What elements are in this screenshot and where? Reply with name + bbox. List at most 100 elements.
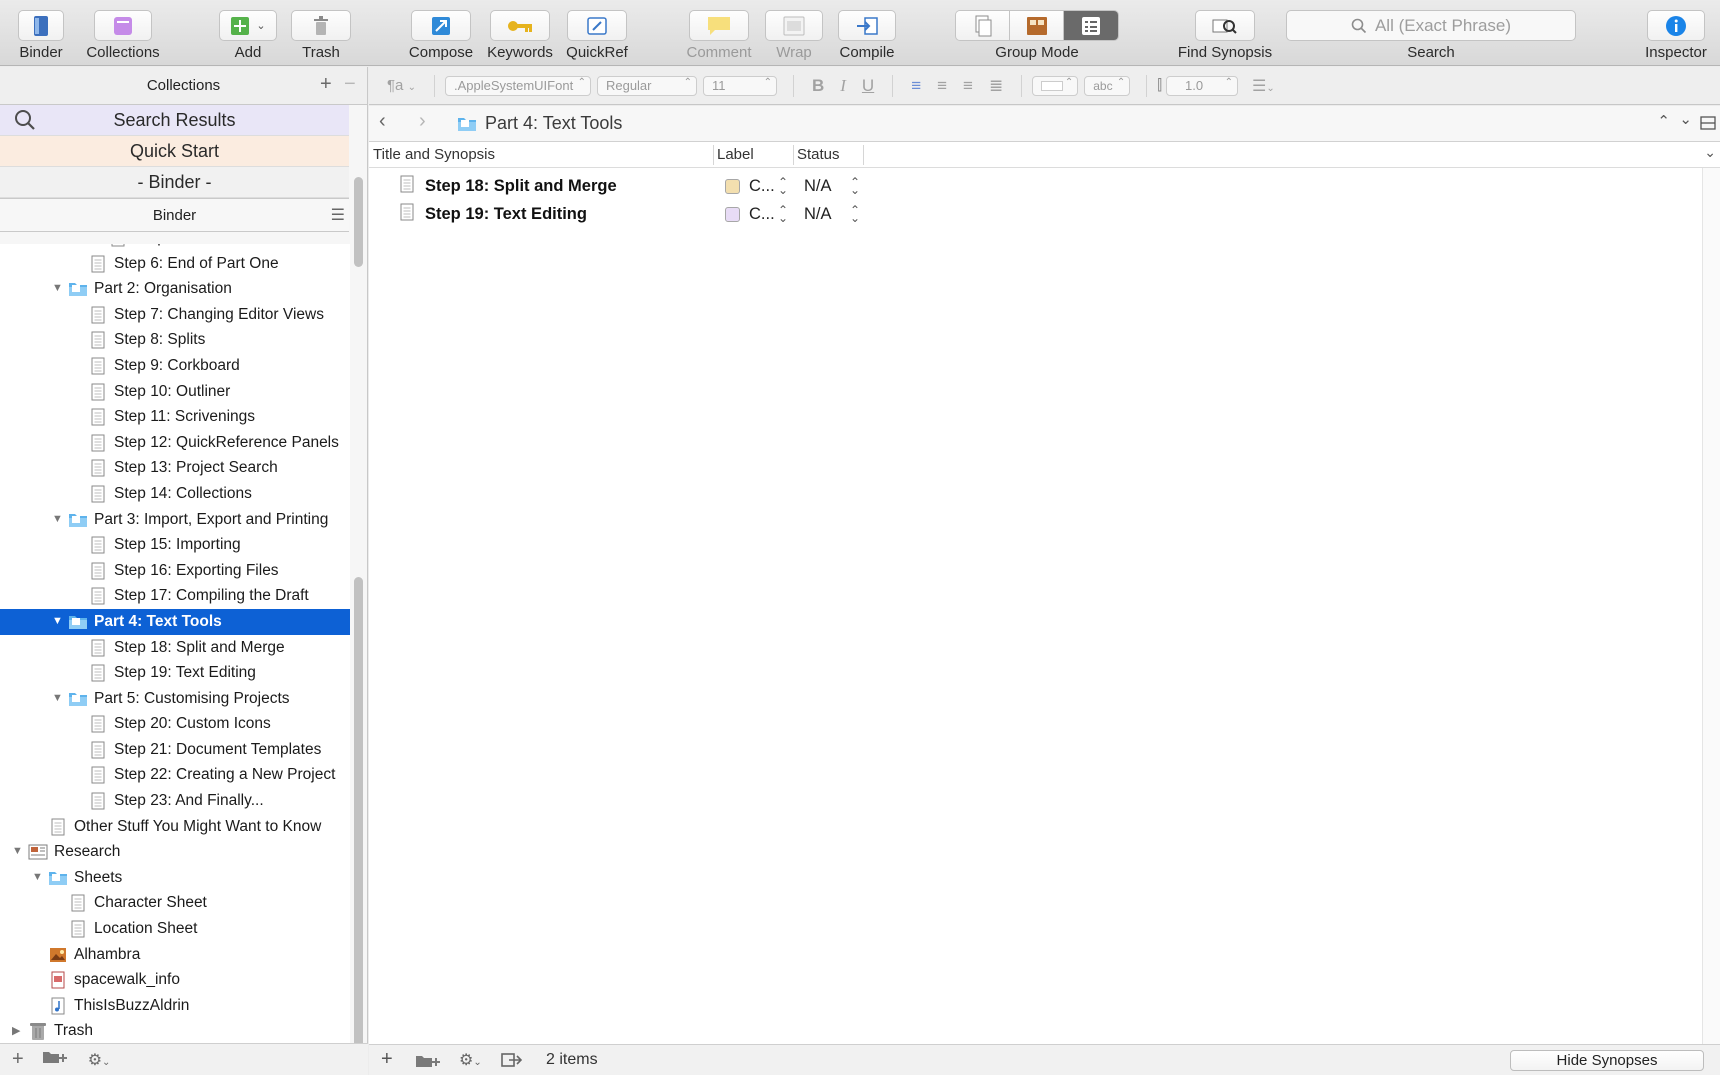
outliner-row-status[interactable]: N/A bbox=[804, 205, 832, 224]
outliner-row-label[interactable]: C... bbox=[749, 205, 775, 224]
binder-item-row[interactable]: ThisIsBuzzAldrin bbox=[0, 993, 350, 1019]
add-folder-icon[interactable] bbox=[415, 1053, 443, 1074]
column-options-chevron-icon[interactable]: ⌄ bbox=[1704, 144, 1716, 161]
wrap-button[interactable] bbox=[765, 10, 823, 41]
keywords-button[interactable] bbox=[490, 10, 550, 41]
bold-button[interactable]: B bbox=[812, 76, 824, 96]
hide-synopses-button[interactable]: Hide Synopses bbox=[1510, 1050, 1704, 1071]
editor-scrollbar[interactable] bbox=[1702, 168, 1720, 1044]
binder-folder-row[interactable]: ▼ Part 2: Organisation bbox=[0, 276, 350, 302]
collections-button[interactable] bbox=[94, 10, 152, 41]
italic-button[interactable]: I bbox=[840, 76, 846, 96]
binder-item-row[interactable]: Step 17: Compiling the Draft bbox=[0, 583, 350, 609]
outliner-row-status[interactable]: N/A bbox=[804, 177, 832, 196]
disclosure-collapsed-icon[interactable]: ▶ bbox=[12, 1024, 24, 1037]
collections-scroll-thumb[interactable] bbox=[354, 177, 363, 267]
chevron-down-icon[interactable]: ⌄ bbox=[1679, 110, 1692, 128]
binder-item-row[interactable]: ▶ Trash bbox=[0, 1018, 350, 1044]
column-divider[interactable] bbox=[793, 145, 794, 165]
comment-button[interactable] bbox=[689, 10, 749, 41]
font-weight-select[interactable]: Regular bbox=[596, 75, 697, 96]
binder-item-row[interactable]: Step 22: Creating a New Project bbox=[0, 762, 350, 788]
hamburger-menu-icon[interactable]: ☰ bbox=[331, 205, 345, 225]
status-stepper-icon[interactable]: ⌃ ⌄ bbox=[850, 204, 860, 224]
binder-item-row[interactable]: Step 13: Project Search bbox=[0, 455, 350, 481]
binder-item-row[interactable]: Step 6: End of Part One bbox=[0, 251, 350, 277]
corkboard-mode-button[interactable] bbox=[1010, 11, 1064, 40]
outliner-row-label[interactable]: C... bbox=[749, 177, 775, 196]
column-divider[interactable] bbox=[863, 145, 864, 165]
column-title-synopsis[interactable]: Title and Synopsis bbox=[373, 146, 495, 163]
binder-item-row[interactable]: Step 16: Exporting Files bbox=[0, 558, 350, 584]
quickref-toolbar-item[interactable]: QuickRef bbox=[563, 0, 631, 66]
quickref-button[interactable] bbox=[567, 10, 627, 41]
status-stepper-icon[interactable]: ⌃ ⌄ bbox=[850, 176, 860, 196]
binder-item-row[interactable]: Step 19: Text Editing bbox=[0, 660, 350, 686]
binder-item-row[interactable]: Location Sheet bbox=[0, 916, 350, 942]
binder-folder-row[interactable]: ▼ Part 3: Import, Export and Printing bbox=[0, 507, 350, 533]
align-right-icon[interactable]: ≡ bbox=[963, 76, 973, 96]
add-button[interactable]: ⌄ bbox=[219, 10, 277, 41]
disclosure-expanded-icon[interactable]: ▼ bbox=[32, 871, 44, 883]
trash-toolbar-item[interactable]: Trash bbox=[290, 0, 352, 66]
add-collection-icon[interactable]: + bbox=[320, 73, 332, 96]
scrivenings-mode-button[interactable] bbox=[956, 11, 1010, 40]
font-family-select[interactable]: .AppleSystemUIFont bbox=[444, 75, 591, 96]
binder-scrollbar[interactable] bbox=[352, 177, 365, 1075]
binder-scroll-thumb[interactable] bbox=[354, 577, 363, 1075]
disclosure-expanded-icon[interactable]: ▼ bbox=[52, 282, 64, 294]
align-left-icon[interactable]: ≡ bbox=[911, 76, 921, 96]
font-size-select[interactable]: 11 bbox=[702, 75, 777, 96]
add-toolbar-item[interactable]: ⌄ Add bbox=[218, 0, 278, 66]
binder-item-row[interactable]: Step 21: Document Templates bbox=[0, 737, 350, 763]
back-arrow-icon[interactable]: ‹ bbox=[379, 110, 386, 133]
editor-path-title[interactable]: Part 4: Text Tools bbox=[485, 113, 622, 134]
add-folder-icon[interactable] bbox=[42, 1049, 70, 1070]
column-label[interactable]: Label bbox=[717, 146, 754, 163]
align-justify-icon[interactable]: ≣ bbox=[989, 76, 1003, 96]
underline-button[interactable]: U bbox=[862, 76, 874, 96]
compose-button[interactable] bbox=[411, 10, 471, 41]
inspector-button[interactable] bbox=[1647, 10, 1705, 41]
outliner-row-title[interactable]: Step 18: Split and Merge bbox=[425, 177, 617, 196]
label-stepper-icon[interactable]: ⌃ ⌄ bbox=[778, 176, 788, 196]
gear-icon[interactable]: ⚙︎⌄ bbox=[88, 1050, 111, 1070]
binder-item-row[interactable]: Other Stuff You Might Want to Know bbox=[0, 814, 350, 840]
split-editor-icon[interactable] bbox=[1700, 114, 1716, 135]
collections-toolbar-item[interactable]: Collections bbox=[82, 0, 164, 66]
outliner-mode-button[interactable] bbox=[1064, 11, 1118, 40]
label-stepper-icon[interactable]: ⌃ ⌄ bbox=[778, 204, 788, 224]
comment-toolbar-item[interactable]: Comment bbox=[682, 0, 756, 66]
add-item-icon[interactable]: + bbox=[12, 1048, 24, 1071]
binder-item-row[interactable]: Step 15: Importing bbox=[0, 532, 350, 558]
binder-item-row[interactable]: Step 11: Scrivenings bbox=[0, 404, 350, 430]
line-spacing-select[interactable]: 1.0 bbox=[1166, 75, 1239, 96]
collection-tab-binder[interactable]: - Binder - bbox=[0, 167, 349, 198]
binder-item-row[interactable]: Step 10: Outliner bbox=[0, 379, 350, 405]
binder-item-row[interactable]: spacewalk_info bbox=[0, 967, 350, 993]
collection-tab-quick-start[interactable]: Quick Start bbox=[0, 136, 349, 167]
paragraph-style-button[interactable]: ¶a ⌄ bbox=[387, 77, 416, 94]
compile-button[interactable] bbox=[838, 10, 896, 41]
binder-folder-row[interactable]: ▼ Part 5: Customising Projects bbox=[0, 686, 350, 712]
binder-item-row[interactable]: Step 5: Comments & Footnotes bbox=[0, 244, 350, 251]
binder-item-row[interactable]: Step 23: And Finally... bbox=[0, 788, 350, 814]
disclosure-expanded-icon[interactable]: ▼ bbox=[52, 615, 64, 627]
binder-folder-row[interactable]: ▼ Sheets bbox=[0, 865, 350, 891]
binder-item-row[interactable]: Step 8: Splits bbox=[0, 327, 350, 353]
find-synopsis-toolbar-item[interactable]: Find Synopsis bbox=[1170, 0, 1280, 66]
align-center-icon[interactable]: ≡ bbox=[937, 76, 947, 96]
outliner-row-title[interactable]: Step 19: Text Editing bbox=[425, 205, 587, 224]
outliner-row[interactable]: Step 18: Split and Merge C... ⌃ ⌄ N/A ⌃ ⌄ bbox=[369, 172, 1699, 200]
go-to-icon[interactable] bbox=[501, 1052, 523, 1073]
disclosure-expanded-icon[interactable]: ▼ bbox=[12, 845, 24, 857]
binder-item-row[interactable]: Step 20: Custom Icons bbox=[0, 711, 350, 737]
remove-collection-icon[interactable]: − bbox=[344, 73, 356, 96]
compile-toolbar-item[interactable]: Compile bbox=[836, 0, 898, 66]
binder-button[interactable] bbox=[18, 10, 64, 41]
disclosure-expanded-icon[interactable]: ▼ bbox=[52, 513, 64, 525]
keywords-toolbar-item[interactable]: Keywords bbox=[486, 0, 554, 66]
chevron-up-icon[interactable]: ⌃ bbox=[1657, 112, 1670, 130]
binder-item-row[interactable]: Character Sheet bbox=[0, 890, 350, 916]
binder-item-row[interactable]: Alhambra bbox=[0, 942, 350, 968]
